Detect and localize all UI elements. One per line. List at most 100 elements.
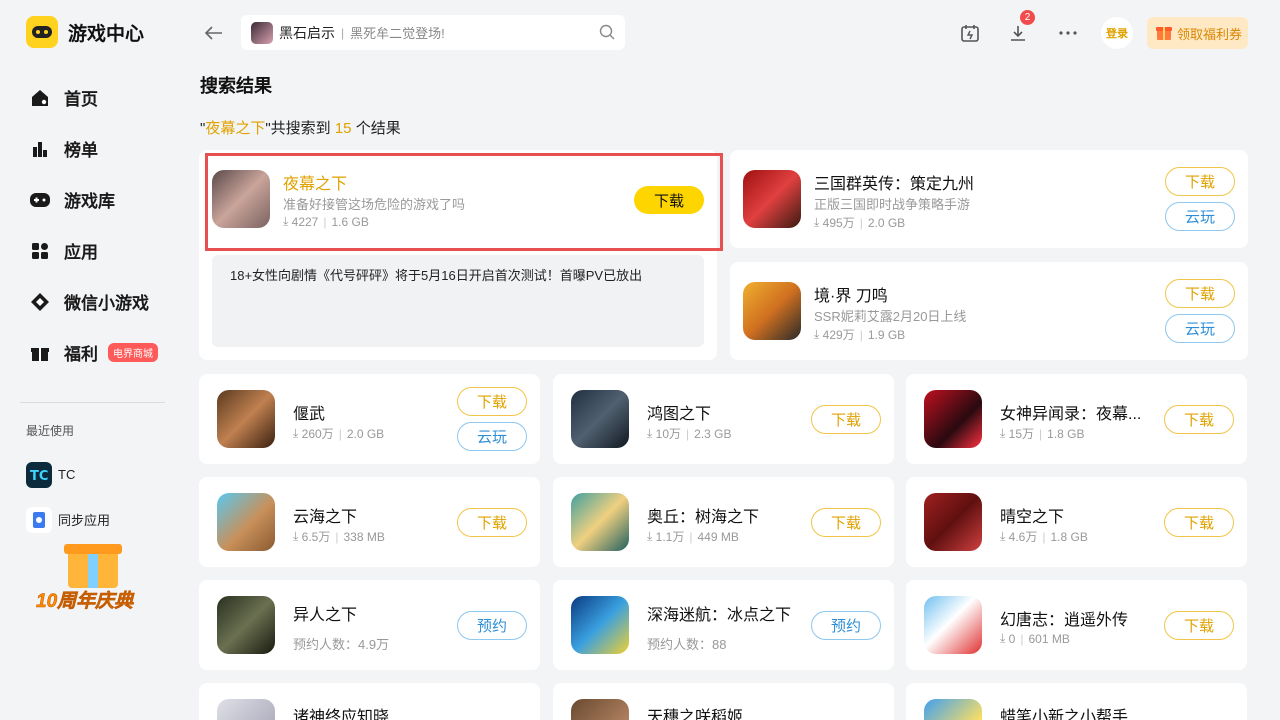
calendar-icon[interactable] [953, 16, 987, 50]
app-name[interactable]: 三国群英传：策定九州 [814, 170, 974, 194]
reserve-button[interactable]: 预约 [457, 611, 527, 640]
app-name[interactable]: 鸿图之下 [647, 400, 711, 424]
app-name[interactable]: 深海迷航：冰点之下 [647, 601, 791, 625]
app-size: 449 MB [697, 529, 739, 544]
download-small-icon: ⤓ [647, 529, 653, 543]
app-icon[interactable] [571, 390, 629, 448]
app-name[interactable]: 天穗之咲稻姬 [647, 703, 743, 720]
recent-label: 同步应用 [58, 513, 111, 528]
summary-text: "共搜索到 [265, 120, 335, 137]
nav-label: 榜单 [64, 141, 98, 160]
nav-item-wechat-games[interactable]: 微信小游戏 [28, 276, 158, 327]
app-icon[interactable] [217, 699, 275, 720]
more-icon[interactable] [1051, 16, 1085, 50]
recent-item-tc[interactable]: TC TC [26, 452, 110, 497]
download-count: 495万 [822, 216, 855, 230]
mall-badge: 电界商城 [108, 343, 158, 362]
back-button[interactable] [200, 20, 228, 46]
login-button[interactable]: 登录 [1101, 17, 1133, 49]
download-small-icon: ⤓ [814, 215, 820, 229]
download-count: 10万 [655, 427, 682, 441]
download-button[interactable]: 下载 [457, 508, 527, 537]
nav-item-ranking[interactable]: 榜单 [28, 123, 158, 174]
search-bar[interactable]: 黑石启示 | 黑死牟二觉登场! [241, 15, 625, 50]
app-name[interactable]: 偃武 [293, 400, 325, 424]
app-name[interactable]: 幻唐志：逍遥外传 [1000, 606, 1128, 630]
coupon-label: 领取福利券 [1177, 26, 1243, 42]
nav-item-apps[interactable]: 应用 [28, 225, 158, 276]
news-banner[interactable]: 18+女性向剧情《代号砰砰》将于5月16日开启首次测试！首曝PV已放出 [212, 255, 704, 347]
app-icon[interactable] [924, 493, 982, 551]
app-meta: ⤓ 4.6万 | 1.8 GB [1000, 528, 1088, 545]
app-icon[interactable] [571, 699, 629, 720]
app-icon[interactable] [217, 390, 275, 448]
brand[interactable]: 游戏中心 [26, 16, 144, 48]
app-name[interactable]: 云海之下 [293, 503, 357, 527]
app-size: 1.8 GB [1047, 426, 1085, 441]
download-button[interactable]: 下载 [1165, 167, 1235, 196]
promo-text: 10周年庆典 [36, 591, 134, 613]
download-count-badge: 2 [1020, 10, 1035, 25]
download-count: 6.5万 [301, 530, 331, 544]
nav-label: 游戏库 [64, 192, 115, 211]
app-name[interactable]: 诸神终应知晓 [293, 703, 389, 720]
download-button[interactable]: 下载 [457, 387, 527, 416]
download-icon[interactable]: 2 [1001, 10, 1035, 50]
app-icon[interactable] [217, 493, 275, 551]
anniversary-promo[interactable]: 10周年庆典 [34, 540, 152, 618]
app-name[interactable]: 晴空之下 [1000, 503, 1064, 527]
cloud-play-button[interactable]: 云玩 [457, 422, 527, 451]
cloud-play-button[interactable]: 云玩 [1165, 314, 1235, 343]
reserve-count: 预约人数：4.9万 [293, 637, 390, 652]
app-icon[interactable] [743, 282, 801, 340]
nav-item-home[interactable]: 首页 [28, 72, 158, 123]
nav-item-library[interactable]: 游戏库 [28, 174, 158, 225]
meta-separator: | [859, 327, 863, 342]
meta-separator: | [1042, 529, 1046, 544]
app-icon[interactable] [743, 170, 801, 228]
app-name[interactable]: 女神异闻录：夜幕... [1000, 400, 1141, 424]
search-game-thumbnail [251, 21, 273, 44]
app-meta: ⤓ 10万 | 2.3 GB [647, 425, 732, 442]
app-icon[interactable] [571, 596, 629, 654]
cloud-play-button[interactable]: 云玩 [1165, 202, 1235, 231]
download-count: 429万 [822, 328, 855, 342]
divider [20, 402, 165, 403]
gamepad-logo-icon [26, 16, 58, 48]
app-icon[interactable] [217, 596, 275, 654]
app-icon[interactable] [571, 493, 629, 551]
app-icon[interactable] [924, 390, 982, 448]
sync-app-icon [26, 506, 52, 533]
recent-item-sync[interactable]: 同步应用 [26, 497, 110, 542]
apps-icon [28, 239, 52, 263]
reserve-count: 预约人数：88 [647, 637, 727, 652]
app-size: 2.0 GB [346, 426, 385, 441]
gamepad-icon [28, 188, 52, 212]
summary-query: 夜幕之下 [205, 120, 266, 137]
search-icon[interactable] [599, 24, 615, 45]
meta-separator: | [338, 426, 342, 441]
download-small-icon: ⤓ [1000, 529, 1006, 543]
download-small-icon: ⤓ [647, 426, 653, 440]
meta-separator: | [1020, 631, 1024, 646]
app-name[interactable]: 蜡笔小新之小帮手... [1000, 703, 1141, 720]
app-name[interactable]: 异人之下 [293, 601, 357, 625]
app-meta: ⤓ 1.1万 | 449 MB [647, 528, 739, 545]
download-button[interactable]: 下载 [1165, 279, 1235, 308]
nav-item-welfare[interactable]: 福利 电界商城 [28, 327, 158, 378]
download-button[interactable]: 下载 [1164, 405, 1234, 434]
download-button[interactable]: 下载 [811, 508, 881, 537]
download-button[interactable]: 下载 [1164, 611, 1234, 640]
reserve-button[interactable]: 预约 [811, 611, 881, 640]
download-button[interactable]: 下载 [1164, 508, 1234, 537]
coupon-button[interactable]: 领取福利券 [1147, 17, 1248, 49]
download-small-icon: ⤓ [1000, 426, 1006, 440]
app-icon[interactable] [924, 699, 982, 720]
app-size: 2.3 GB [694, 426, 732, 441]
app-name[interactable]: 境·界 刀鸣 [814, 282, 888, 306]
app-name[interactable]: 奥丘：树海之下 [647, 503, 759, 527]
download-button[interactable]: 下载 [811, 405, 881, 434]
result-summary: "夜幕之下"共搜索到 15 个结果 [200, 117, 401, 138]
meta-separator: | [689, 529, 693, 544]
app-icon[interactable] [924, 596, 982, 654]
